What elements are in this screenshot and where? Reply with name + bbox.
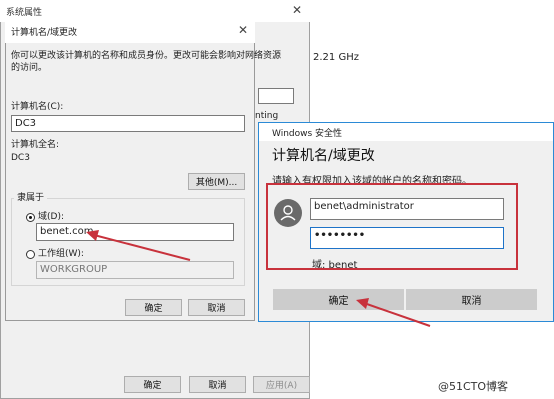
ok-arrow-head xyxy=(356,298,369,309)
domain-arrow-line xyxy=(93,234,191,261)
ok-arrow-line xyxy=(363,302,431,327)
annotation-arrows xyxy=(86,230,431,327)
domain-arrow-head xyxy=(86,230,99,241)
watermark: @51CTO博客 xyxy=(438,380,509,393)
